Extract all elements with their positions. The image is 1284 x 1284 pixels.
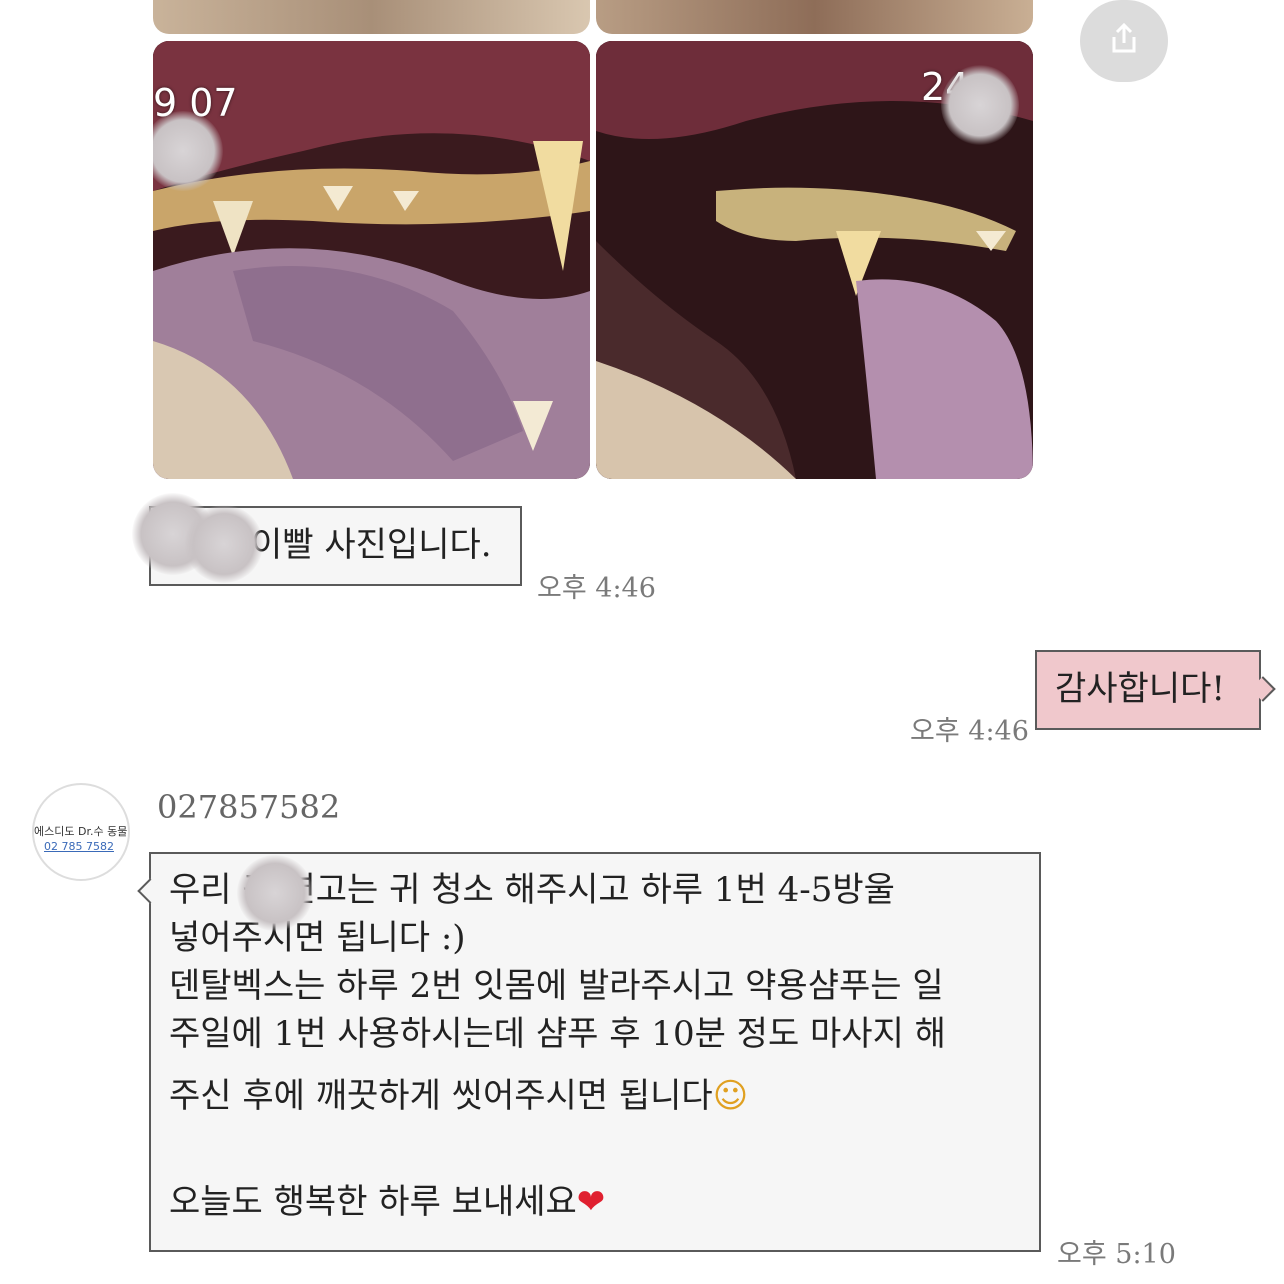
message-line: 오늘도 행복한 하루 보내세요 [169, 1182, 577, 1222]
avatar[interactable]: 에스디도 Dr.수 동물병원 02 785 7582 [32, 783, 130, 881]
message-text: 이빨 사진입니다. [251, 525, 492, 565]
message-line: 주신 후에 깨끗하게 씻어주시면 됩니다 [169, 1076, 713, 1116]
message-line-with-emoji: 오늘도 행복한 하루 보내세요❤ [169, 1178, 1021, 1226]
heart-emoji-icon: ❤ [576, 1182, 606, 1222]
smile-emoji-icon: ☺ [712, 1076, 749, 1116]
message-time: 오후 4:46 [910, 716, 1029, 747]
photo-top-left[interactable] [153, 0, 590, 34]
blurred-area [185, 505, 263, 583]
message-line: 주일에 1번 사용하시는데 샴푸 후 10분 정도 마사지 해 [169, 1014, 946, 1054]
photo-top-right[interactable] [596, 0, 1033, 34]
message-time: 오후 4:46 [537, 573, 656, 604]
sender-name: 027857582 [157, 788, 341, 826]
share-button[interactable] [1080, 0, 1168, 82]
message-time: 오후 5:10 [1057, 1239, 1176, 1270]
share-icon [1104, 19, 1144, 63]
message-bubble-outgoing[interactable]: 감사합니다! [1035, 650, 1261, 730]
message-line-with-emoji: 주신 후에 깨끗하게 씻어주시면 됩니다☺ [169, 1072, 1021, 1120]
blurred-area [237, 855, 313, 931]
avatar-clinic-name: 에스디도 Dr.수 동물병원 [34, 825, 128, 838]
photo-teeth-right[interactable]: 24 [596, 41, 1033, 479]
avatar-phone: 02 785 7582 [44, 840, 114, 853]
message-line: 덴탈벡스는 하루 2번 잇몸에 발라주시고 약용샴푸는 일 [169, 966, 944, 1006]
message-text: 감사합니다! [1055, 669, 1226, 709]
photo-teeth-left[interactable]: 9 07 [153, 41, 590, 479]
blurred-area [941, 65, 1019, 145]
message-line-empty [169, 1120, 1021, 1168]
